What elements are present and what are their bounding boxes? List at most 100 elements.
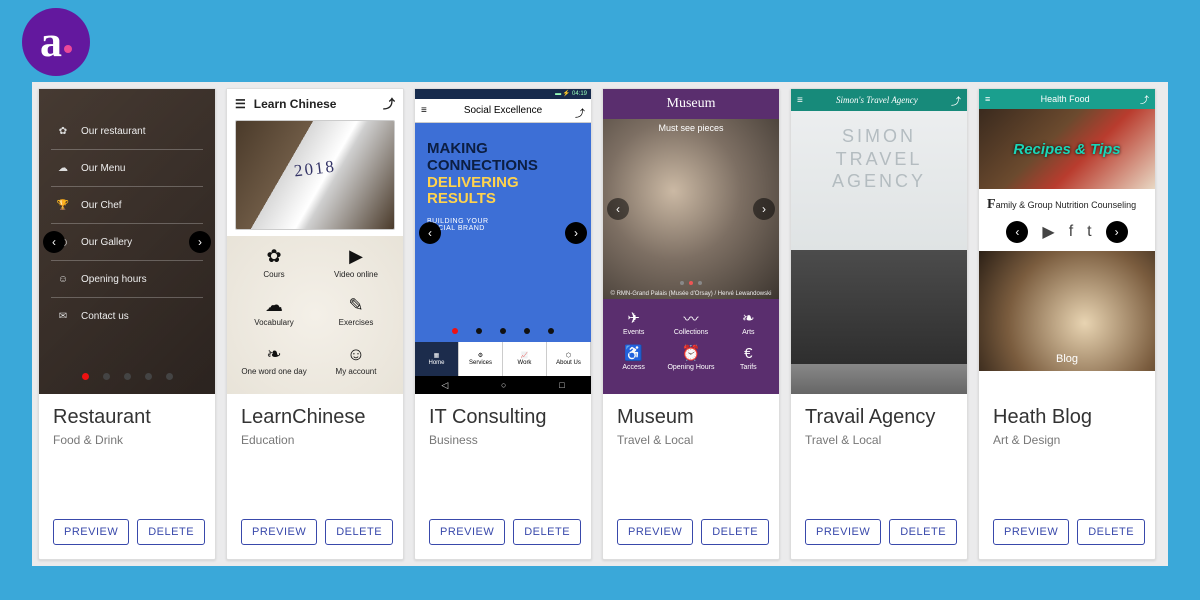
template-thumbnail[interactable]: ▬ ⚡ 04:19 ≡Social Excellence⤴ MAKINGCONN… [415,89,591,394]
share-icon: ⤴ [1140,93,1149,106]
icon-label: Opening Hours [667,364,714,371]
arts-icon: ❧ [738,309,758,327]
delete-button[interactable]: DELETE [889,519,957,545]
grid-label: Cours [263,270,284,279]
menu-item-label: Our restaurant [81,126,145,137]
template-card: ≡ Health Food ⤴ Recipes & Tips Family & Gr… [978,88,1156,560]
delete-button[interactable]: DELETE [701,519,769,545]
tab-label: About Us [556,360,581,366]
hero-image: SIMONTRAVELAGENCY [791,111,967,364]
plant-icon: ❧ [261,343,287,365]
headline: DELIVERING [427,174,519,191]
icon-label: Collections [674,329,708,336]
pager-dots [415,328,591,334]
tab-label: Services [469,360,492,366]
hero-overlay-text: SIMONTRAVELAGENCY [801,125,957,193]
menu-icon: ≡ [421,105,427,116]
image-strip [791,364,967,394]
template-card: Museum Must see pieces © RMN-Grand Palai… [602,88,780,560]
menu-item-label: Our Chef [81,200,122,211]
template-title: Museum [617,406,765,429]
brand-dot-icon [64,45,72,53]
carousel-prev-icon[interactable]: ‹ [1006,221,1028,243]
template-category: Travel & Local [617,433,765,447]
template-title: Heath Blog [993,406,1141,429]
preview-button[interactable]: PREVIEW [429,519,505,545]
preview-button[interactable]: PREVIEW [993,519,1069,545]
template-category: Business [429,433,577,447]
grid-label: Exercises [339,318,374,327]
facebook-icon: f [1069,223,1073,241]
template-thumbnail[interactable]: Museum Must see pieces © RMN-Grand Palai… [603,89,779,394]
menu-item-label: Our Menu [81,163,125,174]
smile-icon: ☺ [55,271,71,287]
carousel-next-icon[interactable]: › [189,231,211,253]
events-icon: ✈ [624,309,644,327]
leaf-icon: ✿ [261,246,287,268]
carousel-prev-icon[interactable]: ‹ [607,198,629,220]
template-thumbnail[interactable]: ✿Our restaurant ☁Our Menu 🏆Our Chef ◎Our… [39,89,215,394]
access-icon: ♿ [624,344,644,362]
delete-button[interactable]: DELETE [137,519,205,545]
headline: RESULTS [427,190,496,207]
delete-button[interactable]: DELETE [513,519,581,545]
template-card: ☰Learn Chinese⤴ ✿Cours ▶Video online ☁Vo… [226,88,404,560]
hero-title: Recipes & Tips [1013,141,1120,158]
template-card: ≡Simon's Travel Agency⤴ SIMONTRAVELAGENC… [790,88,968,560]
info-icon: ⬡ [566,352,571,359]
grid-label: My account [336,367,377,376]
mail-icon: ✉ [55,308,71,324]
video-icon: ▶ [343,246,369,268]
grid-label: Vocabulary [254,318,294,327]
app-title: Learn Chinese [254,97,337,111]
template-category: Art & Design [993,433,1141,447]
tab-label: Home [428,360,444,366]
carousel-prev-icon[interactable]: ‹ [419,222,441,244]
share-icon: ⤴ [575,105,585,120]
template-thumbnail[interactable]: ≡Simon's Travel Agency⤴ SIMONTRAVELAGENC… [791,89,967,394]
app-title: Simon's Travel Agency [836,95,918,105]
preview-button[interactable]: PREVIEW [53,519,129,545]
delete-button[interactable]: DELETE [325,519,393,545]
menu-item-label: Our Gallery [81,237,132,248]
brand-logo: a [22,8,90,76]
chart-icon: 📈 [521,352,528,359]
preview-button[interactable]: PREVIEW [241,519,317,545]
headline: CONNECTIONS [427,157,538,174]
share-icon: ⤴ [383,95,395,112]
carousel-next-icon[interactable]: › [1106,221,1128,243]
preview-button[interactable]: PREVIEW [617,519,693,545]
menu-icon: ≡ [985,94,990,104]
pager-dots [51,373,203,384]
tagline: Family & Group Nutrition Counseling [979,189,1155,217]
template-category: Education [241,433,389,447]
pager-dots [603,281,779,285]
cloud-icon: ☁ [261,294,287,316]
headline: MAKING [427,140,488,157]
menu-item-label: Opening hours [81,274,147,285]
carousel-next-icon[interactable]: › [753,198,775,220]
icon-label: Access [622,364,645,371]
status-bar: ▬ ⚡ 04:19 [415,89,591,99]
grid-label: One word one day [241,367,306,376]
brand-letter: a [40,27,62,58]
pencil-icon: ✎ [343,294,369,316]
blog-image: Blog [979,251,1155,371]
grid-label: Video online [334,270,378,279]
image-credit: © RMN-Grand Palais (Musée d'Orsay) / Her… [603,291,779,297]
carousel-prev-icon[interactable]: ‹ [43,231,65,253]
delete-button[interactable]: DELETE [1077,519,1145,545]
android-nav: ◁○□ [415,376,591,394]
template-category: Travel & Local [805,433,953,447]
template-thumbnail[interactable]: ☰Learn Chinese⤴ ✿Cours ▶Video online ☁Vo… [227,89,403,394]
grid-icon: ▦ [434,352,440,359]
template-title: Restaurant [53,406,201,429]
template-title: LearnChinese [241,406,389,429]
share-icon: ⤴ [951,93,961,108]
preview-button[interactable]: PREVIEW [805,519,881,545]
carousel-next-icon[interactable]: › [565,222,587,244]
template-thumbnail[interactable]: ≡ Health Food ⤴ Recipes & Tips Family & Gr… [979,89,1155,394]
template-title: Travail Agency [805,406,953,429]
app-title: Health Food [1041,94,1090,104]
blog-label: Blog [1056,353,1078,365]
